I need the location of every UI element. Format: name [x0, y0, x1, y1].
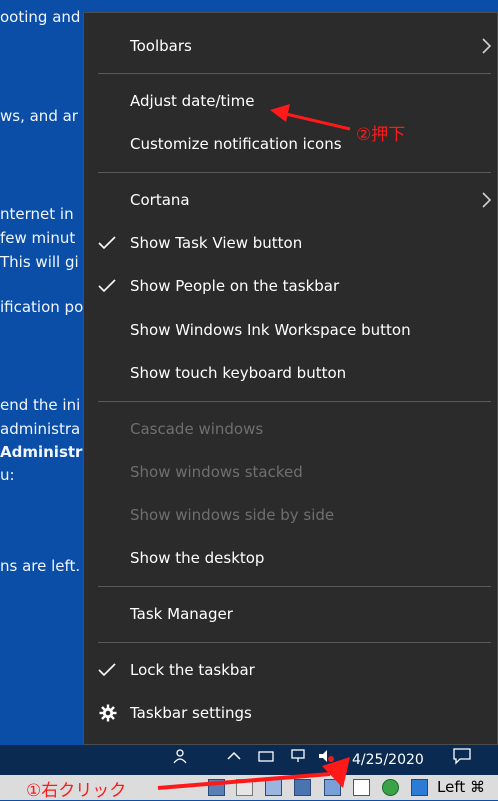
menu-item-label: Show Windows Ink Workspace button [130, 321, 411, 339]
background-text-line: end the ini [0, 396, 81, 414]
menu-item-label: Taskbar settings [130, 704, 252, 722]
people-icon[interactable] [172, 748, 188, 764]
background-text-line: ification po [0, 298, 84, 316]
host-keyboard-indicator: Left ⌘ [437, 778, 485, 796]
menu-item-label: Show Task View button [130, 234, 303, 252]
gear-icon [99, 704, 117, 722]
menu-separator [98, 172, 491, 173]
menu-separator [98, 73, 491, 74]
checkmark-icon [98, 663, 116, 677]
network-icon[interactable] [290, 748, 306, 764]
chevron-up-icon[interactable] [226, 748, 242, 764]
background-text-line: u: [0, 466, 15, 484]
display-icon[interactable] [294, 779, 311, 796]
checkmark-icon [98, 236, 116, 250]
background-text-line: few minut [0, 229, 76, 247]
chevron-right-icon [482, 192, 491, 208]
menu-item-label: Show People on the taskbar [130, 277, 340, 295]
checkmark-icon [98, 279, 116, 293]
menu-item-show-the-desktop[interactable]: Show the desktop [84, 538, 497, 578]
menu-item-label: Toolbars [130, 37, 192, 55]
annotation-right-click: ①右クリック [26, 781, 127, 801]
menu-item-label: Show windows stacked [130, 463, 303, 481]
hard-disk-icon[interactable] [208, 779, 225, 796]
annotation-press: ②押下 [356, 125, 406, 145]
menu-separator [98, 586, 491, 587]
volume-muted-icon[interactable] [318, 748, 334, 764]
background-text-line: ooting and [0, 8, 81, 26]
background-text-line: This will gi [0, 253, 79, 271]
menu-item-show-windows-ink-workspace-button[interactable]: Show Windows Ink Workspace button [84, 310, 497, 350]
background-text-line: nternet in [0, 205, 74, 223]
background-text-line: ns are left. [0, 557, 81, 575]
menu-item-show-windows-side-by-side: Show windows side by side [84, 495, 497, 535]
action-center-icon[interactable] [452, 746, 472, 766]
background-text-line: Administra [0, 443, 93, 461]
menu-item-taskbar-settings[interactable]: Taskbar settings [84, 693, 497, 733]
menu-item-show-windows-stacked: Show windows stacked [84, 452, 497, 492]
menu-item-label: Show windows side by side [130, 506, 335, 524]
menu-item-label: Customize notification icons [130, 135, 342, 153]
arrow-down-icon[interactable] [411, 779, 428, 796]
menu-item-cascade-windows: Cascade windows [84, 409, 497, 449]
menu-item-label: Cortana [130, 191, 190, 209]
menu-item-toolbars[interactable]: Toolbars [84, 26, 497, 66]
menu-item-cortana[interactable]: Cortana [84, 180, 497, 220]
taskbar-date[interactable]: 4/25/2020 [352, 752, 424, 768]
menu-item-task-manager[interactable]: Task Manager [84, 594, 497, 634]
shared-folder-icon[interactable] [324, 779, 341, 796]
menu-item-show-task-view-button[interactable]: Show Task View button [84, 223, 497, 263]
menu-item-label: Cascade windows [130, 420, 264, 438]
globe-icon[interactable] [382, 779, 399, 796]
menu-item-show-people-on-taskbar[interactable]: Show People on the taskbar [84, 266, 497, 306]
menu-separator [98, 642, 491, 643]
menu-item-adjust-date-time[interactable]: Adjust date/time [84, 81, 497, 121]
background-text-line: administra [0, 420, 81, 438]
menu-item-label: Show the desktop [130, 549, 265, 567]
menu-separator [98, 401, 491, 402]
usb-icon[interactable] [265, 779, 282, 796]
background-text-line: ws, and ar [0, 107, 78, 125]
menu-item-label: Lock the taskbar [130, 661, 255, 679]
menu-item-show-touch-keyboard-button[interactable]: Show touch keyboard button [84, 353, 497, 393]
menu-item-label: Task Manager [130, 605, 233, 623]
menu-item-label: Show touch keyboard button [130, 364, 347, 382]
menu-item-label: Adjust date/time [130, 92, 255, 110]
taskbar-context-menu: Toolbars Adjust date/time Customize noti… [83, 12, 498, 745]
optical-drive-icon[interactable] [236, 779, 253, 796]
menu-item-lock-the-taskbar[interactable]: Lock the taskbar [84, 650, 497, 690]
menu-item-customize-notification-icons[interactable]: Customize notification icons [84, 124, 497, 164]
keyboard-icon[interactable] [258, 748, 274, 764]
recording-icon[interactable] [353, 779, 370, 796]
chevron-right-icon [482, 38, 491, 54]
